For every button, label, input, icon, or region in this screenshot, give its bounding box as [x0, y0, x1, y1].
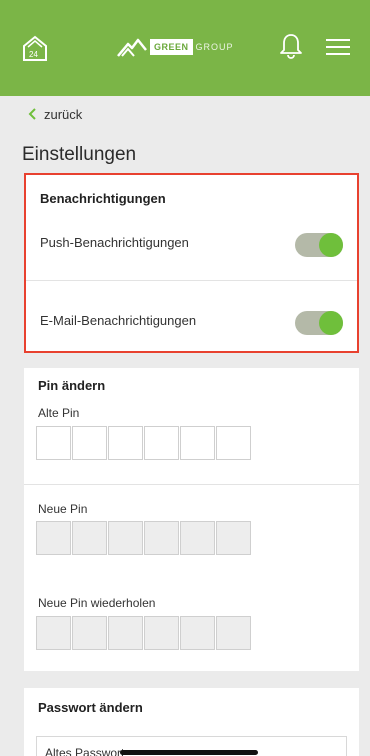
old-pin-input[interactable] — [36, 426, 252, 460]
old-pin-label: Alte Pin — [38, 406, 80, 420]
divider — [24, 484, 359, 485]
page-title: Einstellungen — [22, 144, 137, 165]
hamburger-menu-icon[interactable] — [326, 38, 350, 56]
brand-word-group: GROUP — [195, 42, 234, 52]
pin-digit-box[interactable] — [72, 426, 107, 460]
pin-digit-box[interactable] — [36, 426, 71, 460]
toggle-knob — [319, 311, 343, 335]
new-pin-label: Neue Pin — [38, 502, 88, 516]
pin-digit-box[interactable] — [180, 616, 215, 650]
pin-digit-box[interactable] — [72, 616, 107, 650]
pin-digit-box[interactable] — [36, 616, 71, 650]
email-notifications-label: E-Mail-Benachrichtigungen — [40, 313, 197, 328]
brand-word-green: GREEN — [150, 39, 193, 55]
back-label: zurück — [44, 106, 83, 122]
pin-digit-box[interactable] — [144, 616, 179, 650]
home-indicator — [120, 750, 258, 755]
push-notifications-label: Push-Benachrichtigungen — [40, 235, 189, 250]
notifications-title: Benachrichtigungen — [40, 191, 166, 206]
chevron-left-icon — [28, 108, 36, 120]
pin-digit-box[interactable] — [216, 521, 251, 555]
svg-text:24: 24 — [29, 50, 38, 59]
email-notifications-toggle[interactable] — [295, 311, 343, 335]
toggle-knob — [319, 233, 343, 257]
brand-logo: GREEN GROUP — [116, 30, 234, 64]
pin-digit-box[interactable] — [108, 521, 143, 555]
pin-digit-box[interactable] — [108, 616, 143, 650]
repeat-pin-input[interactable] — [36, 616, 252, 650]
divider — [26, 280, 357, 281]
bell-icon[interactable] — [278, 32, 304, 60]
pin-digit-box[interactable] — [216, 616, 251, 650]
pin-digit-box[interactable] — [180, 521, 215, 555]
top-bar: 24 GREEN GROUP — [0, 0, 370, 96]
pin-digit-box[interactable] — [36, 521, 71, 555]
password-card: Passwort ändern Altes Passwort — [24, 688, 359, 756]
pin-title: Pin ändern — [38, 378, 106, 393]
pin-card: Pin ändern Alte Pin Neue Pin Neue Pin wi… — [24, 368, 359, 671]
notifications-card: Benachrichtigungen Push-Benachrichtigung… — [24, 173, 359, 353]
push-notifications-toggle[interactable] — [295, 233, 343, 257]
pin-digit-box[interactable] — [72, 521, 107, 555]
pin-digit-box[interactable] — [144, 426, 179, 460]
pin-digit-box[interactable] — [216, 426, 251, 460]
back-link[interactable]: zurück — [28, 104, 82, 124]
pin-digit-box[interactable] — [108, 426, 143, 460]
house-logo-icon — [117, 38, 147, 57]
old-password-placeholder: Altes Passwort — [45, 746, 125, 756]
password-title: Passwort ändern — [38, 700, 143, 715]
pin-digit-box[interactable] — [180, 426, 215, 460]
new-pin-input[interactable] — [36, 521, 252, 555]
repeat-pin-label: Neue Pin wiederholen — [38, 596, 156, 610]
home-24-icon[interactable]: 24 — [22, 34, 48, 62]
pin-digit-box[interactable] — [144, 521, 179, 555]
